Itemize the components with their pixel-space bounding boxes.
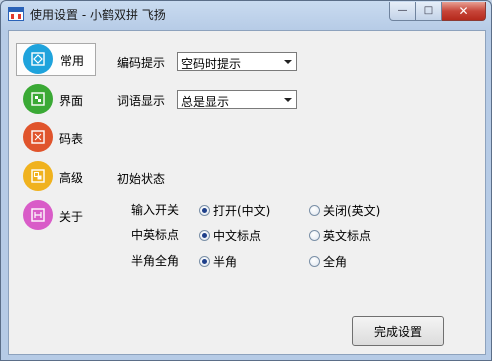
sidebar-item-interface[interactable]: 界面 — [17, 84, 97, 114]
maximize-icon: □ — [423, 5, 434, 16]
sidebar-item-advanced[interactable]: 高级 — [17, 161, 97, 191]
sidebar-item-label: 常用 — [60, 54, 85, 68]
sidebar-item-about[interactable]: 关于 — [17, 200, 97, 230]
radio-label: 全角 — [323, 254, 348, 269]
radio-unselected-icon — [309, 204, 320, 216]
chevron-down-icon — [284, 60, 292, 64]
finish-button[interactable]: 完成设置 — [352, 316, 444, 346]
encoding-hint-value: 空码时提示 — [181, 57, 242, 71]
square-diamond-icon — [23, 44, 53, 74]
radio-full-width[interactable]: 全角 — [309, 253, 347, 269]
radio-selected-icon — [199, 204, 210, 216]
encoding-hint-label: 编码提示 — [117, 56, 166, 70]
initial-state-heading: 初始状态 — [117, 172, 166, 186]
layout-icon — [23, 84, 53, 114]
minimize-button[interactable]: — — [389, 2, 416, 21]
settings-window: 使用设置 - 小鹤双拼 飞扬 — □ ✕ 常用 界面 码表 高级 关于 编码提示… — [0, 0, 492, 361]
punctuation-label: 中英标点 — [131, 228, 180, 242]
sidebar-item-codetable[interactable]: 码表 — [17, 122, 97, 152]
radio-label: 中文标点 — [213, 228, 262, 243]
sidebar-item-label: 关于 — [59, 210, 84, 224]
word-display-value: 总是显示 — [181, 95, 230, 109]
caption-buttons: — □ ✕ — [389, 2, 486, 21]
radio-half-width[interactable]: 半角 — [199, 253, 237, 269]
advanced-icon — [23, 161, 53, 191]
maximize-button[interactable]: □ — [416, 2, 442, 21]
radio-unselected-icon — [309, 255, 320, 267]
sidebar-item-label: 高级 — [59, 171, 84, 185]
radio-input-off[interactable]: 关闭(英文) — [309, 202, 380, 218]
radio-english-punct[interactable]: 英文标点 — [309, 227, 371, 243]
close-button[interactable]: ✕ — [442, 2, 486, 21]
width-mode-label: 半角全角 — [131, 254, 180, 268]
code-table-icon — [23, 122, 53, 152]
radio-label: 关闭(英文) — [323, 203, 381, 218]
radio-label: 半角 — [213, 254, 238, 269]
word-display-label: 词语显示 — [117, 94, 166, 108]
sidebar-item-label: 界面 — [59, 94, 84, 108]
chevron-down-icon — [284, 98, 292, 102]
input-switch-label: 输入开关 — [131, 203, 180, 217]
title-bar[interactable]: 使用设置 - 小鹤双拼 飞扬 — □ ✕ — [1, 1, 491, 27]
radio-selected-icon — [199, 255, 210, 267]
settings-panel: 常用 界面 码表 高级 关于 编码提示 空码时提示 词语显示 总是显示 初始状态… — [8, 30, 486, 355]
radio-selected-icon — [199, 229, 210, 241]
sidebar-item-label: 码表 — [59, 132, 84, 146]
sidebar-item-common[interactable]: 常用 — [16, 43, 96, 76]
app-icon — [8, 7, 24, 21]
sidebar-nav: 常用 界面 码表 高级 关于 — [9, 31, 109, 354]
minimize-icon: — — [397, 5, 408, 16]
window-title: 使用设置 - 小鹤双拼 飞扬 — [30, 8, 166, 22]
word-display-select[interactable]: 总是显示 — [177, 90, 297, 109]
encoding-hint-select[interactable]: 空码时提示 — [177, 52, 297, 71]
about-icon — [23, 200, 53, 230]
radio-label: 打开(中文) — [213, 203, 271, 218]
radio-label: 英文标点 — [323, 228, 372, 243]
radio-chinese-punct[interactable]: 中文标点 — [199, 227, 261, 243]
close-icon: ✕ — [458, 4, 469, 18]
radio-unselected-icon — [309, 229, 320, 241]
radio-input-on[interactable]: 打开(中文) — [199, 202, 270, 218]
